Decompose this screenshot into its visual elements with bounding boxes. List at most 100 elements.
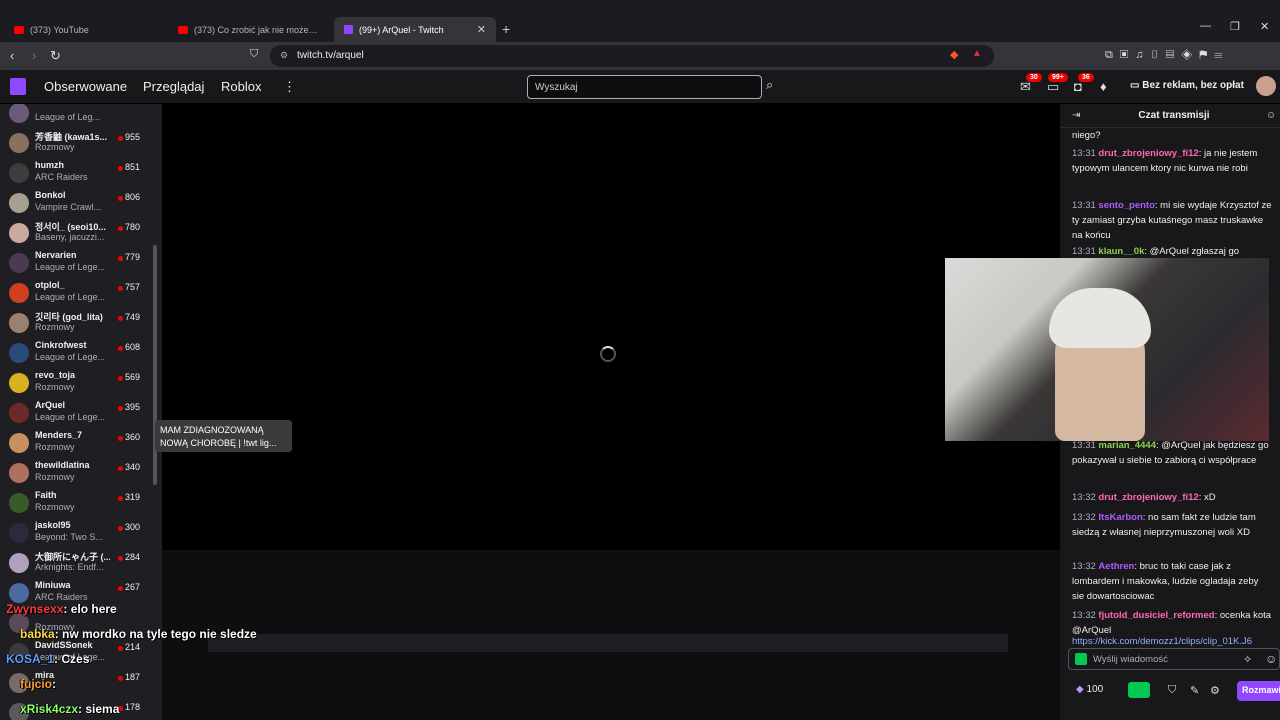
- close-window-icon[interactable]: ✕: [1260, 20, 1269, 33]
- extension-icons[interactable]: ⧉▣♫▯▤◈⚑☰: [1105, 49, 1229, 62]
- sidebar-channel[interactable]: Bonkol Vampire Crawl... 806: [0, 188, 150, 218]
- sidebar-channel[interactable]: Cinkrofwest League of Lege... 608: [0, 338, 150, 368]
- tab-youtube[interactable]: (373) YouTube: [4, 17, 166, 42]
- sidebar-channel[interactable]: 芳香鼬 (kawa1s... Rozmowy 955: [0, 128, 150, 158]
- message-username[interactable]: Aethren: [1098, 561, 1134, 572]
- viewer-count: 955: [125, 132, 141, 142]
- shield-icon[interactable]: ⛉: [1168, 684, 1176, 697]
- maximize-icon[interactable]: ❐: [1230, 20, 1240, 33]
- points-value: 100: [1086, 684, 1104, 695]
- channel-info-bar: [208, 634, 1008, 652]
- sidebar-channel[interactable]: jaskol95 Beyond: Two S... 300: [0, 518, 150, 548]
- chat-input[interactable]: Wyślij wiadomość ✧ ☺: [1068, 648, 1280, 670]
- live-dot-icon: [118, 286, 123, 291]
- nav-browse[interactable]: Przeglądaj: [143, 79, 204, 94]
- user-avatar[interactable]: [1256, 76, 1276, 96]
- message-time: 13:31: [1072, 440, 1096, 451]
- message-username[interactable]: marian_4444: [1098, 440, 1156, 451]
- sidebar-channel[interactable]: ArQuel League of Lege... 395: [0, 398, 150, 428]
- message-text: https://kick.com/demozz1/clips/clip_01K.…: [1072, 636, 1253, 647]
- viewer-count: 340: [125, 462, 141, 472]
- overlay-username: Zwynsexx: [6, 602, 64, 616]
- pencil-icon[interactable]: ✎: [1190, 684, 1199, 697]
- sidebar-channel[interactable]: thewildlatina Rozmowy 340: [0, 458, 150, 488]
- channel-name: humzh: [35, 160, 64, 170]
- channel-category: Rozmowy: [35, 322, 75, 332]
- live-dot-icon: [118, 316, 123, 321]
- twitch-logo-icon[interactable]: [10, 78, 26, 95]
- sidebar-channel[interactable]: Menders_7 Rozmowy 360: [0, 428, 150, 458]
- site-info-icon[interactable]: ⚙: [280, 50, 288, 61]
- sidebar-channel[interactable]: revo_toja Rozmowy 569: [0, 368, 150, 398]
- video-player[interactable]: [162, 104, 1060, 550]
- brave-shield-icon[interactable]: ◆: [950, 48, 958, 61]
- inbox-badge: 30: [1026, 73, 1042, 82]
- message-username[interactable]: klaun__0k: [1098, 246, 1144, 257]
- chat-send-button[interactable]: Rozmawiaj: [1237, 681, 1280, 701]
- channel-avatar: [9, 133, 29, 153]
- browser-tab-bar: (373) YouTube (373) Co zrobić jak nie mo…: [0, 0, 1280, 42]
- channel-category: ARC Raiders: [35, 172, 88, 182]
- new-tab-button[interactable]: +: [502, 21, 510, 37]
- channel-name: jaskol95: [35, 520, 71, 530]
- users-icon[interactable]: ☺: [1266, 110, 1276, 121]
- message-username[interactable]: ItsKarbon: [1098, 512, 1142, 523]
- forward-icon[interactable]: ›: [32, 48, 36, 63]
- twitch-icon: [344, 25, 353, 34]
- viewer-count: 300: [125, 522, 141, 532]
- live-dot-icon: [118, 526, 123, 531]
- message-username[interactable]: fjutold_dusiciel_reformed: [1098, 610, 1214, 621]
- more-icon[interactable]: ⋮: [283, 79, 296, 95]
- tab-youtube-video[interactable]: (373) Co zrobić jak nie możesz trenować: [168, 17, 330, 42]
- channel-avatar: [9, 104, 29, 123]
- overlay-username: xRisk4czx: [20, 702, 79, 716]
- bookmark-icon[interactable]: ⛉: [250, 48, 258, 61]
- turbo-button[interactable]: ▭ Bez reklam, bez opłat: [1130, 80, 1244, 91]
- sidebar-channel[interactable]: humzh ARC Raiders 851: [0, 158, 150, 188]
- channel-category: Rozmowy: [35, 502, 75, 512]
- chat-input-placeholder: Wyślij wiadomość: [1093, 654, 1168, 665]
- channel-name: Menders_7: [35, 430, 83, 440]
- bonus-points-icon[interactable]: [1128, 682, 1150, 698]
- channel-category: Arknights: Endf...: [35, 562, 104, 572]
- channel-avatar: [9, 223, 29, 243]
- overlay-message: babka: nw mordko na tyle tego nie sledze: [20, 627, 257, 641]
- search-icon[interactable]: ⌕: [766, 77, 773, 93]
- tab-twitch[interactable]: (99+) ArQuel - Twitch ✕: [334, 17, 496, 42]
- minimize-icon[interactable]: —: [1200, 20, 1211, 32]
- viewer-count: 319: [125, 492, 141, 502]
- sidebar-channel[interactable]: Faith Rozmowy 319: [0, 488, 150, 518]
- reload-icon[interactable]: ↻: [50, 48, 61, 64]
- sidebar-channel[interactable]: 大御所にゃん子 (... Arknights: Endf... 284: [0, 548, 150, 578]
- address-bar[interactable]: ⚙ twitch.tv/arquel: [270, 45, 994, 67]
- emote-icon[interactable]: ☺: [1265, 652, 1277, 666]
- message-username[interactable]: drut_zbrojeniowy_fi12: [1098, 148, 1198, 159]
- nav-following[interactable]: Obserwowane: [44, 79, 127, 94]
- tab-label: (373) YouTube: [30, 24, 89, 35]
- viewer-count: 851: [125, 162, 141, 172]
- brave-rewards-icon[interactable]: ▲: [972, 48, 982, 59]
- crown-icon[interactable]: ♦: [1100, 79, 1107, 94]
- sidebar-channel[interactable]: otplol_ League of Lege... 757: [0, 278, 150, 308]
- close-tab-icon[interactable]: ✕: [477, 23, 486, 36]
- live-dot-icon: [118, 466, 123, 471]
- search-input[interactable]: Wyszukaj: [527, 75, 762, 99]
- back-icon[interactable]: ‹: [10, 48, 14, 63]
- message-username[interactable]: drut_zbrojeniowy_fi12: [1098, 492, 1198, 503]
- youtube-icon: [178, 25, 188, 34]
- chat-message: niego?: [1072, 128, 1272, 143]
- channel-avatar: [9, 523, 29, 543]
- overlay-message: KOSA_1: Czes: [6, 652, 89, 666]
- nav-roblox[interactable]: Roblox: [221, 79, 261, 94]
- message-time: 13:31: [1072, 200, 1096, 211]
- sidebar-channel[interactable]: 정서이_ (seoi10... Baseny, jacuzzi... 780: [0, 218, 150, 248]
- sidebar-channel[interactable]: Nervarien League of Lege... 779: [0, 248, 150, 278]
- effects-icon[interactable]: ✧: [1243, 653, 1252, 666]
- whispers-badge: 99+: [1048, 73, 1068, 82]
- settings-icon[interactable]: ⚙: [1210, 684, 1220, 697]
- sidebar-channel[interactable]: 깃리타 (god_lita) Rozmowy 749: [0, 308, 150, 338]
- sidebar-channel[interactable]: League of Leg...: [0, 104, 150, 128]
- channel-points[interactable]: ◆ 100: [1076, 684, 1103, 695]
- message-time: 13:32: [1072, 561, 1096, 572]
- message-username[interactable]: sento_pento: [1098, 200, 1154, 211]
